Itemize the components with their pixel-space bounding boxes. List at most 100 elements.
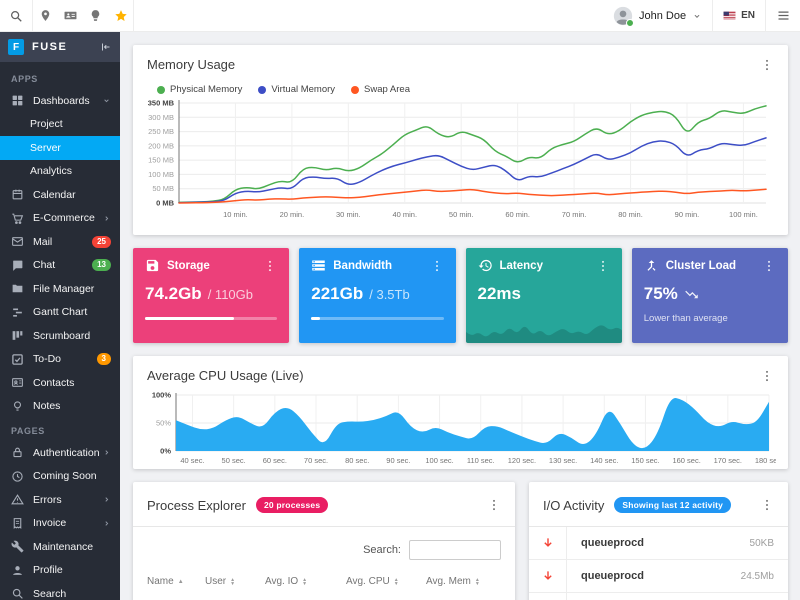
search-label: Search: xyxy=(363,544,401,556)
io-activity-card: I/O Activity Showing last 12 activity qu… xyxy=(529,482,788,600)
sort-icon: ▲ ▼ xyxy=(393,576,399,587)
gantt-icon xyxy=(13,308,22,317)
shortcut-notes-button[interactable] xyxy=(83,0,108,31)
svg-text:50 sec.: 50 sec. xyxy=(222,456,246,465)
stat-card-title: Bandwidth xyxy=(333,259,393,272)
sort-icon: ▲ ▼ xyxy=(302,576,308,587)
sidebar-item-label: Scrumboard xyxy=(33,329,91,342)
sidebar-item-contacts[interactable]: Contacts xyxy=(0,371,120,395)
column-header-avg-mem[interactable]: Avg. Mem ▲ ▼ xyxy=(426,576,480,587)
cpu-usage-card: Average CPU Usage (Live) 0% 50% 100% 40 sec… xyxy=(133,356,788,469)
sidebar-item-authentication[interactable]: Authentication xyxy=(0,441,120,465)
chat-icon xyxy=(13,260,23,271)
search-icon xyxy=(10,10,22,22)
io-transfer-size: 50KB xyxy=(749,537,774,549)
sidebar-item-label: To-Do xyxy=(33,353,62,366)
sidebar-item-invoice[interactable]: Invoice xyxy=(0,512,120,536)
sidebar-item-to-do[interactable]: To-Do 3 xyxy=(0,348,120,372)
sidebar-item-server[interactable]: Server xyxy=(0,136,120,160)
sidebar-item-notes[interactable]: Notes xyxy=(0,395,120,419)
legend-item-physical-memory[interactable]: Physical Memory xyxy=(157,84,242,95)
legend-item-virtual-memory[interactable]: Virtual Memory xyxy=(258,84,335,95)
warning-icon xyxy=(11,494,24,505)
sidebar-item-analytics[interactable]: Analytics xyxy=(0,160,120,184)
contact-card-icon xyxy=(64,11,77,20)
card-menu-button[interactable] xyxy=(596,259,610,273)
legend-item-swap-area[interactable]: Swap Area xyxy=(351,84,410,95)
sidebar-item-coming-soon[interactable]: Coming Soon xyxy=(0,465,120,489)
sidebar-item-chat[interactable]: Chat 13 xyxy=(0,254,120,278)
svg-text:50%: 50% xyxy=(156,419,171,428)
svg-text:80 min.: 80 min. xyxy=(618,210,643,219)
language-selector[interactable]: EN xyxy=(713,0,765,31)
bulb-outline-icon xyxy=(13,401,22,411)
card-menu-button[interactable] xyxy=(487,498,501,512)
sidebar-item-e-commerce[interactable]: E-Commerce xyxy=(0,207,120,231)
search-button[interactable] xyxy=(0,0,32,31)
column-header-user[interactable]: User ▲ ▼ xyxy=(205,576,265,587)
quick-panel-button[interactable] xyxy=(766,0,800,31)
sidebar-item-mail[interactable]: Mail 25 xyxy=(0,230,120,254)
svg-text:60 min.: 60 min. xyxy=(505,210,530,219)
nav-section-apps: APPS xyxy=(11,74,38,84)
divider xyxy=(133,0,134,32)
language-code: EN xyxy=(741,10,755,21)
sidebar-item-errors[interactable]: Errors xyxy=(0,488,120,512)
io-process-name: queueprocd xyxy=(581,570,644,582)
dots-vertical-icon xyxy=(766,370,768,381)
sidebar-item-label: Coming Soon xyxy=(33,470,97,483)
io-activity-row: queueprocd 50KB xyxy=(529,527,788,560)
legend-dot xyxy=(351,85,360,94)
user-menu-button[interactable]: John Doe xyxy=(603,0,712,31)
io-activity-badge: Showing last 12 activity xyxy=(614,497,732,513)
sidebar-item-label: E-Commerce xyxy=(33,212,95,225)
sidebar-item-label: Errors xyxy=(33,493,62,506)
card-menu-button[interactable] xyxy=(760,369,774,383)
shortcut-place-button[interactable] xyxy=(33,0,58,31)
chevron-right-icon xyxy=(105,450,109,455)
card-menu-button[interactable] xyxy=(263,259,277,273)
stat-card-cluster-load: Cluster Load 75% Lower than average xyxy=(631,248,788,343)
process-search-input[interactable] xyxy=(409,540,501,560)
sidebar-item-search[interactable]: Search xyxy=(0,582,120,600)
sidebar-item-gantt-chart[interactable]: Gantt Chart xyxy=(0,301,120,325)
svg-text:150 MB: 150 MB xyxy=(148,156,174,165)
svg-text:80 sec.: 80 sec. xyxy=(345,456,369,465)
sidebar-item-dashboards[interactable]: Dashboards xyxy=(0,89,120,113)
contacts-icon xyxy=(12,378,23,388)
stat-value: 22ms xyxy=(477,284,521,303)
main-content: Memory Usage Physical Memory Virtual Mem… xyxy=(120,32,800,600)
sidebar-item-maintenance[interactable]: Maintenance xyxy=(0,535,120,559)
wrench-icon xyxy=(11,540,24,553)
card-menu-button[interactable] xyxy=(760,58,774,72)
sidebar-collapse-button[interactable] xyxy=(100,41,112,53)
sidebar: F FUSE APPS Dashboards Project Server An… xyxy=(0,32,120,600)
sidebar-item-calendar[interactable]: Calendar xyxy=(0,183,120,207)
card-menu-button[interactable] xyxy=(762,259,776,273)
stat-card-storage: Storage 74.2Gb / 110Gb xyxy=(133,248,290,343)
progress-bar xyxy=(145,317,278,320)
chevron-down-icon xyxy=(694,14,700,18)
card-menu-button[interactable] xyxy=(760,498,774,512)
sidebar-item-label: Analytics xyxy=(30,165,73,178)
chevron-right-icon xyxy=(105,216,109,221)
shortcut-contacts-button[interactable] xyxy=(58,0,83,31)
sidebar-item-label: Maintenance xyxy=(33,540,94,553)
sidebar-item-profile[interactable]: Profile xyxy=(0,559,120,583)
column-header-avg-io[interactable]: Avg. IO ▲ ▼ xyxy=(265,576,346,587)
io-activity-row xyxy=(529,593,788,600)
sidebar-item-project[interactable]: Project xyxy=(0,113,120,137)
clock-icon xyxy=(12,471,23,482)
io-activity-list: queueprocd 50KB queueprocd 24.5Mb xyxy=(529,527,788,600)
column-header-avg-cpu[interactable]: Avg. CPU ▲ ▼ xyxy=(346,576,426,587)
sidebar-item-label: Notes xyxy=(33,400,61,413)
nav-section-pages: PAGES xyxy=(11,426,45,436)
shortcut-favorite-button[interactable] xyxy=(108,0,133,31)
svg-text:100 sec.: 100 sec. xyxy=(425,456,453,465)
sidebar-item-scrumboard[interactable]: Scrumboard xyxy=(0,324,120,348)
card-menu-button[interactable] xyxy=(430,259,444,273)
svg-text:300 MB: 300 MB xyxy=(148,113,174,122)
sidebar-item-file-manager[interactable]: File Manager xyxy=(0,277,120,301)
column-header-name[interactable]: Name ▲ xyxy=(147,576,205,587)
cpu-usage-chart: 0% 50% 100% 40 sec. 50 sec. 60 sec. 70 sec. 80 … xyxy=(152,391,776,465)
